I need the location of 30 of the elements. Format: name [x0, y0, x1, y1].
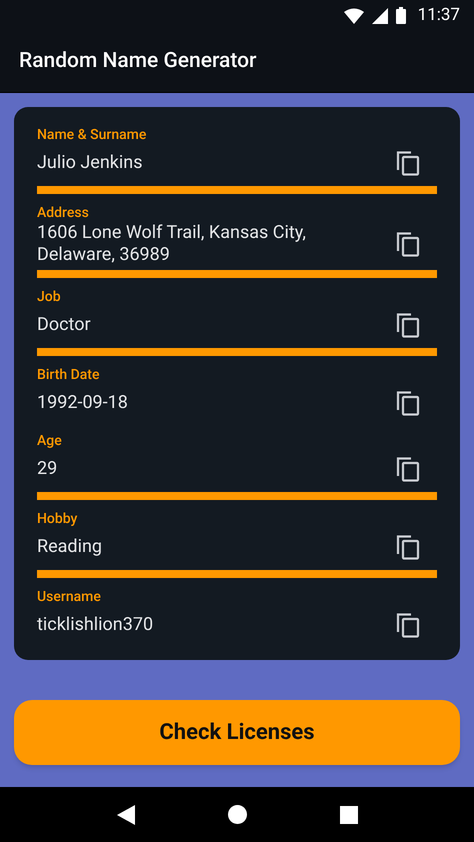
- check-licenses-button[interactable]: Check Licenses: [14, 700, 460, 765]
- field-value: ticklishlion370: [37, 614, 154, 636]
- field-label: Job: [37, 288, 62, 306]
- copy-icon[interactable]: [396, 534, 420, 560]
- field-value: 1606 Lone Wolf Trail, Kansas City, Delaware, 36989: [37, 222, 307, 266]
- field-value: Julio Jenkins: [37, 152, 142, 174]
- field-label: Birth Date: [37, 366, 100, 384]
- field-label: Address: [37, 204, 90, 222]
- copy-icon[interactable]: [396, 456, 420, 482]
- field-label: Username: [37, 588, 102, 606]
- battery-icon: [396, 7, 406, 24]
- recents-icon[interactable]: [340, 806, 358, 824]
- signal-icon: [372, 8, 388, 24]
- home-icon[interactable]: [228, 805, 246, 824]
- copy-icon[interactable]: [396, 231, 420, 257]
- app-title: Random Name Generator: [19, 48, 256, 75]
- copy-icon[interactable]: [396, 150, 420, 176]
- field-value: 1992-09-18: [37, 392, 128, 414]
- field-value: Reading: [37, 536, 102, 558]
- back-icon[interactable]: [116, 804, 134, 824]
- copy-icon[interactable]: [396, 390, 420, 416]
- wifi-icon: [344, 8, 364, 24]
- field-value: 29: [37, 458, 58, 480]
- field-label: Age: [37, 432, 63, 450]
- field-value: Doctor: [37, 314, 91, 336]
- status-time: 11:37: [418, 4, 460, 27]
- copy-icon[interactable]: [396, 612, 420, 638]
- field-label: Name & Surname: [37, 126, 148, 144]
- field-label: Hobby: [37, 510, 78, 528]
- copy-icon[interactable]: [396, 312, 420, 338]
